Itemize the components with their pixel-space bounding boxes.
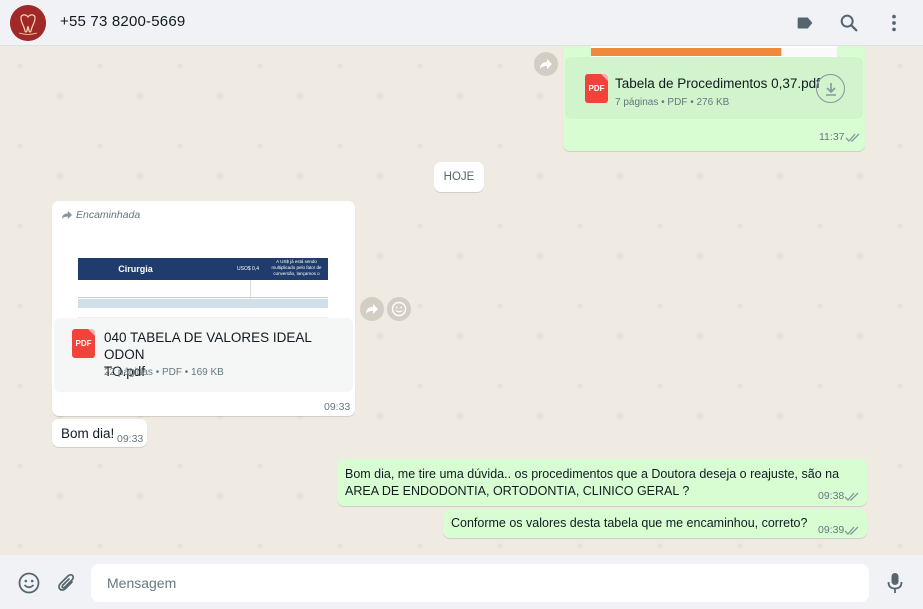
forward-icon	[540, 59, 552, 69]
read-ticks-icon	[844, 526, 859, 535]
label-icon[interactable]	[794, 12, 816, 34]
download-button[interactable]	[816, 74, 845, 103]
read-ticks-icon	[844, 492, 859, 501]
compose-bar	[0, 555, 923, 609]
message-text-outgoing[interactable]: Conforme os valores desta tabela que me …	[443, 509, 867, 538]
pdf-file-icon: PDF	[72, 329, 95, 358]
contact-name[interactable]: +55 73 8200-5669	[60, 13, 185, 30]
mic-icon[interactable]	[884, 571, 906, 595]
document-meta: 22 páginas • PDF • 169 KB	[104, 367, 224, 378]
thumbnail-subheader	[78, 280, 328, 298]
document-card[interactable]: PDF Tabela de Procedimentos 0,37.pdf 7 p…	[565, 57, 863, 119]
message-text: Bom dia!	[61, 426, 115, 441]
thumbnail-header-right: A US$ já está sendo multiplicado pelo fa…	[265, 258, 328, 280]
message-document-outgoing[interactable]: PDF Tabela de Procedimentos 0,37.pdf 7 p…	[563, 46, 865, 151]
message-time: 09:33	[324, 401, 351, 413]
thumbnail-header-mid: USO$ 0,4	[193, 258, 265, 280]
forward-button[interactable]	[360, 297, 384, 321]
message-time: 09:39	[818, 524, 845, 536]
message-text: Bom dia, me tire uma dúvida.. os procedi…	[345, 467, 840, 498]
thumbnail-column	[250, 280, 268, 308]
document-thumbnail	[591, 46, 837, 57]
react-button[interactable]	[387, 297, 411, 321]
forwarded-icon	[62, 210, 72, 220]
message-text: Conforme os valores desta tabela que me …	[451, 516, 808, 530]
message-time: 09:33	[117, 433, 144, 445]
date-separator: HOJE	[434, 162, 484, 192]
document-thumbnail: Cirurgia USO$ 0,4 A US$ já está sendo mu…	[54, 228, 352, 318]
emoji-reaction-icon	[391, 301, 407, 317]
thumbnail-row	[78, 309, 328, 318]
download-icon	[825, 82, 836, 96]
attach-icon[interactable]	[56, 572, 78, 594]
forward-icon	[366, 304, 378, 314]
message-text-incoming[interactable]: Bom dia! 09:33	[52, 419, 147, 447]
menu-icon[interactable]	[883, 12, 905, 34]
thumbnail-row	[78, 299, 328, 308]
chat-header: +55 73 8200-5669	[0, 0, 923, 46]
message-input[interactable]	[91, 564, 869, 602]
thumbnail-title: Cirurgia	[78, 258, 193, 280]
contact-avatar[interactable]	[10, 5, 46, 41]
forwarded-label: Encaminhada	[76, 209, 141, 221]
read-ticks-icon	[845, 133, 860, 142]
message-list[interactable]: PDF Tabela de Procedimentos 0,37.pdf 7 p…	[0, 46, 923, 555]
pdf-file-icon: PDF	[585, 74, 608, 103]
document-file-name: Tabela de Procedimentos 0,37.pdf	[615, 76, 820, 91]
document-meta: 7 páginas • PDF • 276 KB	[615, 97, 730, 108]
message-text-outgoing[interactable]: Bom dia, me tire uma dúvida.. os procedi…	[337, 459, 867, 506]
document-card[interactable]: PDF 040 TABELA DE VALORES IDEAL ODON TO.…	[54, 318, 353, 392]
forward-button[interactable]	[534, 52, 558, 76]
message-time: 09:38	[818, 490, 845, 502]
search-icon[interactable]	[838, 12, 860, 34]
message-document-incoming[interactable]: Encaminhada Cirurgia USO$ 0,4 A US$ já e…	[52, 201, 355, 416]
emoji-icon[interactable]	[18, 572, 40, 594]
message-time: 11:37	[819, 131, 845, 143]
